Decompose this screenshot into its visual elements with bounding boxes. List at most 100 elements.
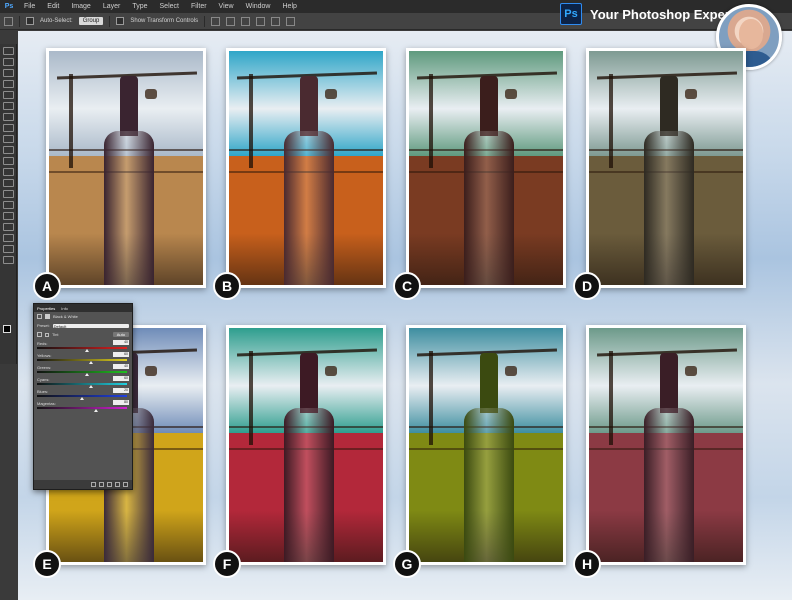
slider-label: Reds:: [37, 341, 48, 346]
photo-variant-c: [406, 48, 566, 288]
align-center-icon[interactable]: [271, 16, 281, 26]
targeted-adjustment-icon[interactable]: [37, 332, 42, 337]
photo-variant-a: [46, 48, 206, 288]
trash-icon[interactable]: [123, 482, 128, 487]
auto-select-checkbox[interactable]: [26, 17, 34, 25]
align-top-icon[interactable]: [211, 16, 221, 26]
align-left-icon[interactable]: [256, 16, 266, 26]
move-tool-icon[interactable]: [4, 16, 13, 26]
crop-tool-icon[interactable]: [2, 91, 14, 99]
photo-post: [429, 351, 433, 445]
slider-value-input[interactable]: 40: [113, 340, 129, 345]
wine-bottle: [644, 76, 694, 285]
zoom-tool-icon[interactable]: [2, 256, 14, 264]
adjustment-layer-icon: [37, 314, 42, 319]
slider-greens: Greens: 40: [34, 363, 132, 376]
photo-variant-f: [226, 325, 386, 565]
slider-track[interactable]: [37, 407, 127, 409]
properties-tabs: Properties Info: [34, 304, 132, 312]
photo-post: [429, 74, 433, 168]
slider-label: Blues:: [37, 389, 49, 394]
label-badge-d: D: [573, 272, 601, 300]
auto-select-dropdown[interactable]: Group: [78, 17, 104, 25]
menu-window[interactable]: Window: [240, 0, 277, 13]
menu-filter[interactable]: Filter: [185, 0, 213, 13]
panel-footer: [34, 480, 132, 489]
slider-track[interactable]: [37, 347, 127, 349]
photo-post: [609, 351, 613, 445]
menu-file[interactable]: File: [18, 0, 41, 13]
slider-thumb[interactable]: [93, 409, 98, 412]
slider-value-input[interactable]: 80: [113, 400, 129, 405]
shape-tool-icon[interactable]: [2, 234, 14, 242]
adjustment-header: Black & White: [34, 312, 132, 321]
view-previous-icon[interactable]: [99, 482, 104, 487]
wine-bottle: [464, 353, 514, 562]
slider-yellows: Yellows: 60: [34, 351, 132, 364]
wine-bottle: [104, 76, 154, 285]
preset-label: Preset:: [37, 323, 50, 328]
wine-bottle: [284, 353, 334, 562]
menu-help[interactable]: Help: [277, 0, 303, 13]
marquee-tool-icon[interactable]: [2, 58, 14, 66]
clone-stamp-tool-icon[interactable]: [2, 135, 14, 143]
dodge-tool-icon[interactable]: [2, 190, 14, 198]
divider: [204, 15, 206, 27]
label-badge-e: E: [33, 550, 61, 578]
preset-row: Preset: Default: [34, 321, 132, 330]
clip-to-layer-icon[interactable]: [91, 482, 96, 487]
menu-layer[interactable]: Layer: [97, 0, 127, 13]
menu-edit[interactable]: Edit: [41, 0, 65, 13]
slider-label: Magentas:: [37, 401, 56, 406]
pen-tool-icon[interactable]: [2, 201, 14, 209]
photo-post: [249, 351, 253, 445]
slider-track[interactable]: [37, 359, 127, 361]
slider-value-input[interactable]: 20: [113, 388, 129, 393]
label-badge-a: A: [33, 272, 61, 300]
healing-brush-tool-icon[interactable]: [2, 113, 14, 121]
photo-variant-d: [586, 48, 746, 288]
visibility-icon[interactable]: [115, 482, 120, 487]
menu-image[interactable]: Image: [65, 0, 96, 13]
align-middle-icon[interactable]: [226, 16, 236, 26]
tab-properties[interactable]: Properties: [37, 306, 55, 311]
type-tool-icon[interactable]: [2, 212, 14, 220]
align-bottom-icon[interactable]: [241, 16, 251, 26]
show-transform-checkbox[interactable]: [116, 17, 125, 25]
tools-panel: [0, 44, 17, 364]
path-select-tool-icon[interactable]: [2, 223, 14, 231]
photoshop-app-icon[interactable]: Ps: [0, 0, 18, 13]
menu-type[interactable]: Type: [126, 0, 153, 13]
tint-checkbox[interactable]: [45, 332, 49, 337]
foreground-color-swatch[interactable]: [3, 325, 11, 333]
gradient-tool-icon[interactable]: [2, 168, 14, 176]
slider-value-input[interactable]: 60: [113, 352, 129, 357]
quick-select-tool-icon[interactable]: [2, 80, 14, 88]
brand-title: Your Photoshop Expert: [590, 6, 735, 22]
brush-tool-icon[interactable]: [2, 124, 14, 132]
mask-icon[interactable]: [45, 314, 50, 319]
hand-tool-icon[interactable]: [2, 245, 14, 253]
reset-icon[interactable]: [107, 482, 112, 487]
preset-dropdown[interactable]: Default: [52, 323, 129, 329]
slider-magentas: Magentas: 80: [34, 399, 132, 412]
menu-select[interactable]: Select: [154, 0, 185, 13]
photo-variant-h: [586, 325, 746, 565]
eraser-tool-icon[interactable]: [2, 157, 14, 165]
tab-info[interactable]: Info: [61, 306, 68, 311]
label-badge-b: B: [213, 272, 241, 300]
wine-bottle: [644, 353, 694, 562]
align-right-icon[interactable]: [286, 16, 296, 26]
menu-view[interactable]: View: [213, 0, 240, 13]
history-brush-tool-icon[interactable]: [2, 146, 14, 154]
slider-value-input[interactable]: 40: [113, 364, 129, 369]
lasso-tool-icon[interactable]: [2, 69, 14, 77]
move-tool-icon[interactable]: [2, 47, 14, 55]
eyedropper-tool-icon[interactable]: [2, 102, 14, 110]
slider-value-input[interactable]: 60: [113, 376, 129, 381]
blur-tool-icon[interactable]: [2, 179, 14, 187]
auto-button[interactable]: Auto: [112, 332, 129, 337]
slider-list: Reds: 40 Yellows: 60 Greens: 40 Cyans: 60 Blues:…: [34, 339, 132, 412]
slider-track[interactable]: [37, 383, 127, 385]
slider-track[interactable]: [37, 371, 127, 373]
